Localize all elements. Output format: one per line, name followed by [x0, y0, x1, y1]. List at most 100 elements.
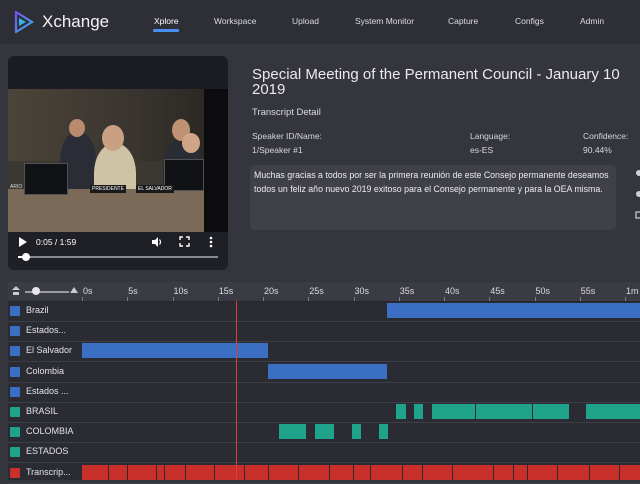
nav-capture[interactable]: Capture	[448, 16, 478, 26]
timeline-segment[interactable]	[299, 464, 330, 480]
timeline-track-row[interactable]: Estados...	[8, 321, 640, 343]
timeline-segment[interactable]	[186, 464, 215, 480]
video-controls: 0:05 / 1:59	[8, 232, 228, 270]
timeline-segment[interactable]	[215, 464, 244, 480]
copy-icon[interactable]	[633, 190, 640, 198]
language-value: es-ES	[470, 145, 494, 155]
timeline-segment[interactable]	[329, 464, 354, 480]
timeline-segment[interactable]	[396, 404, 406, 419]
timeline-segment[interactable]	[128, 464, 157, 480]
transcript-text-box: Muchas gracias a todos por ser la primer…	[250, 165, 616, 230]
timeline-segment[interactable]	[378, 424, 388, 440]
play-icon[interactable]	[18, 236, 28, 248]
timeline-panel: 0s 5s 10s 15s 20s 25s 30s 35s 40s 45s 50s 55s 1m Bra…	[8, 282, 640, 484]
nav-active-indicator	[153, 29, 179, 32]
timeline-tick-label: 25s	[309, 286, 324, 296]
timeline-segment[interactable]	[357, 363, 387, 379]
timeline-track-row[interactable]: Transcrip...	[8, 463, 640, 484]
fullscreen-icon[interactable]	[179, 236, 190, 247]
timeline-segment[interactable]	[157, 464, 165, 480]
nav-configs[interactable]: Configs	[515, 16, 544, 26]
track-color-swatch	[10, 366, 20, 377]
track-color-swatch	[10, 386, 20, 397]
timeline-segment[interactable]	[287, 424, 307, 440]
timeline-tick-label: 20s	[264, 286, 279, 296]
timeline-track-row[interactable]: Colombia	[8, 362, 640, 383]
timeline-segment[interactable]	[586, 404, 640, 419]
timeline-segment[interactable]	[370, 464, 403, 480]
timeline-segment[interactable]	[414, 404, 424, 419]
timeline-segment[interactable]	[589, 464, 619, 480]
meeting-title: Special Meeting of the Permanent Council…	[252, 66, 620, 98]
timeline-segment[interactable]	[403, 464, 423, 480]
timeline-tick-label: 5s	[128, 286, 138, 296]
timeline-segment[interactable]	[165, 464, 186, 480]
timeline-playhead[interactable]	[235, 301, 237, 480]
timeline-segment[interactable]	[315, 424, 335, 440]
video-player[interactable]: PRESIDENTE EL SALVADOR ARIO 0:05 / 1:59	[8, 56, 228, 270]
timeline-segment[interactable]	[109, 464, 125, 480]
timeline-segment[interactable]	[532, 404, 569, 419]
track-color-swatch	[10, 407, 20, 417]
timeline-segment[interactable]	[619, 464, 640, 480]
track-label: ESTADOS	[26, 446, 69, 457]
nav-upload[interactable]: Upload	[292, 16, 319, 26]
track-color-swatch	[10, 447, 20, 458]
download-icon[interactable]	[633, 211, 640, 219]
timeline-tick-label: 40s	[445, 286, 460, 296]
volume-icon[interactable]	[151, 236, 163, 248]
timeline-tick-label: 10s	[173, 286, 189, 296]
timeline-track-row[interactable]: BRASIL	[8, 402, 640, 423]
nav-system-monitor[interactable]: System Monitor	[355, 16, 414, 26]
track-label: El Salvador	[26, 345, 73, 356]
timeline-segment[interactable]	[82, 343, 268, 359]
nameplate-partial: ARIO	[10, 184, 23, 190]
track-label: Estados ...	[26, 385, 69, 396]
timeline-track-row[interactable]: COLOMBIA	[8, 422, 640, 444]
language-label: Language:	[470, 131, 511, 141]
timeline-tick-label: 0s	[83, 286, 93, 296]
timeline-tick-label: 1m	[626, 286, 639, 296]
nav-xplore[interactable]: Xplore	[154, 16, 179, 26]
video-seek-bar[interactable]	[18, 253, 218, 261]
zoom-slider-handle[interactable]	[32, 287, 40, 295]
timeline-track-row[interactable]: Estados ...	[8, 382, 640, 403]
nameplate-el-salvador: EL SALVADOR	[136, 185, 174, 193]
timeline-segment[interactable]	[493, 464, 513, 480]
zoom-in-icon[interactable]	[70, 287, 78, 293]
timeline-segment[interactable]	[423, 464, 453, 480]
timeline-segment[interactable]	[82, 464, 109, 480]
confidence-label: Confidence:	[583, 131, 629, 141]
timeline-segment[interactable]	[386, 303, 640, 318]
timeline-segment[interactable]	[475, 404, 532, 419]
track-color-swatch	[10, 346, 20, 357]
edit-icon[interactable]	[633, 169, 640, 177]
timeline-segment[interactable]	[125, 464, 128, 480]
track-label: Estados...	[26, 325, 67, 336]
timeline-segment[interactable]	[269, 464, 299, 480]
timeline-track-row[interactable]: Brazil	[8, 301, 640, 322]
timeline-segment[interactable]	[558, 464, 589, 480]
zoom-out-icon[interactable]	[12, 286, 20, 295]
timeline-segment[interactable]	[279, 424, 287, 440]
nav-workspace[interactable]: Workspace	[214, 16, 256, 26]
timeline-segment[interactable]	[513, 464, 528, 480]
timeline-track-row[interactable]: El Salvador	[8, 341, 640, 363]
timeline-segment[interactable]	[354, 464, 370, 480]
timeline-segment[interactable]	[432, 404, 475, 419]
more-options-icon[interactable]	[209, 236, 213, 248]
timeline-segment[interactable]	[351, 424, 361, 440]
nav-admin[interactable]: Admin	[580, 16, 604, 26]
timeline-track-row[interactable]: ESTADOS	[8, 442, 640, 464]
timeline-segment[interactable]	[267, 363, 358, 379]
track-color-swatch	[10, 467, 20, 478]
track-label: Colombia	[26, 365, 65, 376]
timeline-segment[interactable]	[528, 464, 558, 480]
track-label: COLOMBIA	[26, 426, 74, 437]
top-navbar: Xchange Xplore Workspace Upload System M…	[0, 0, 640, 44]
timeline-segment[interactable]	[244, 464, 269, 480]
timeline-segment[interactable]	[453, 464, 493, 480]
video-seek-handle[interactable]	[22, 253, 31, 261]
speaker-label: Speaker ID/Name:	[252, 131, 322, 141]
track-color-swatch	[10, 306, 20, 316]
